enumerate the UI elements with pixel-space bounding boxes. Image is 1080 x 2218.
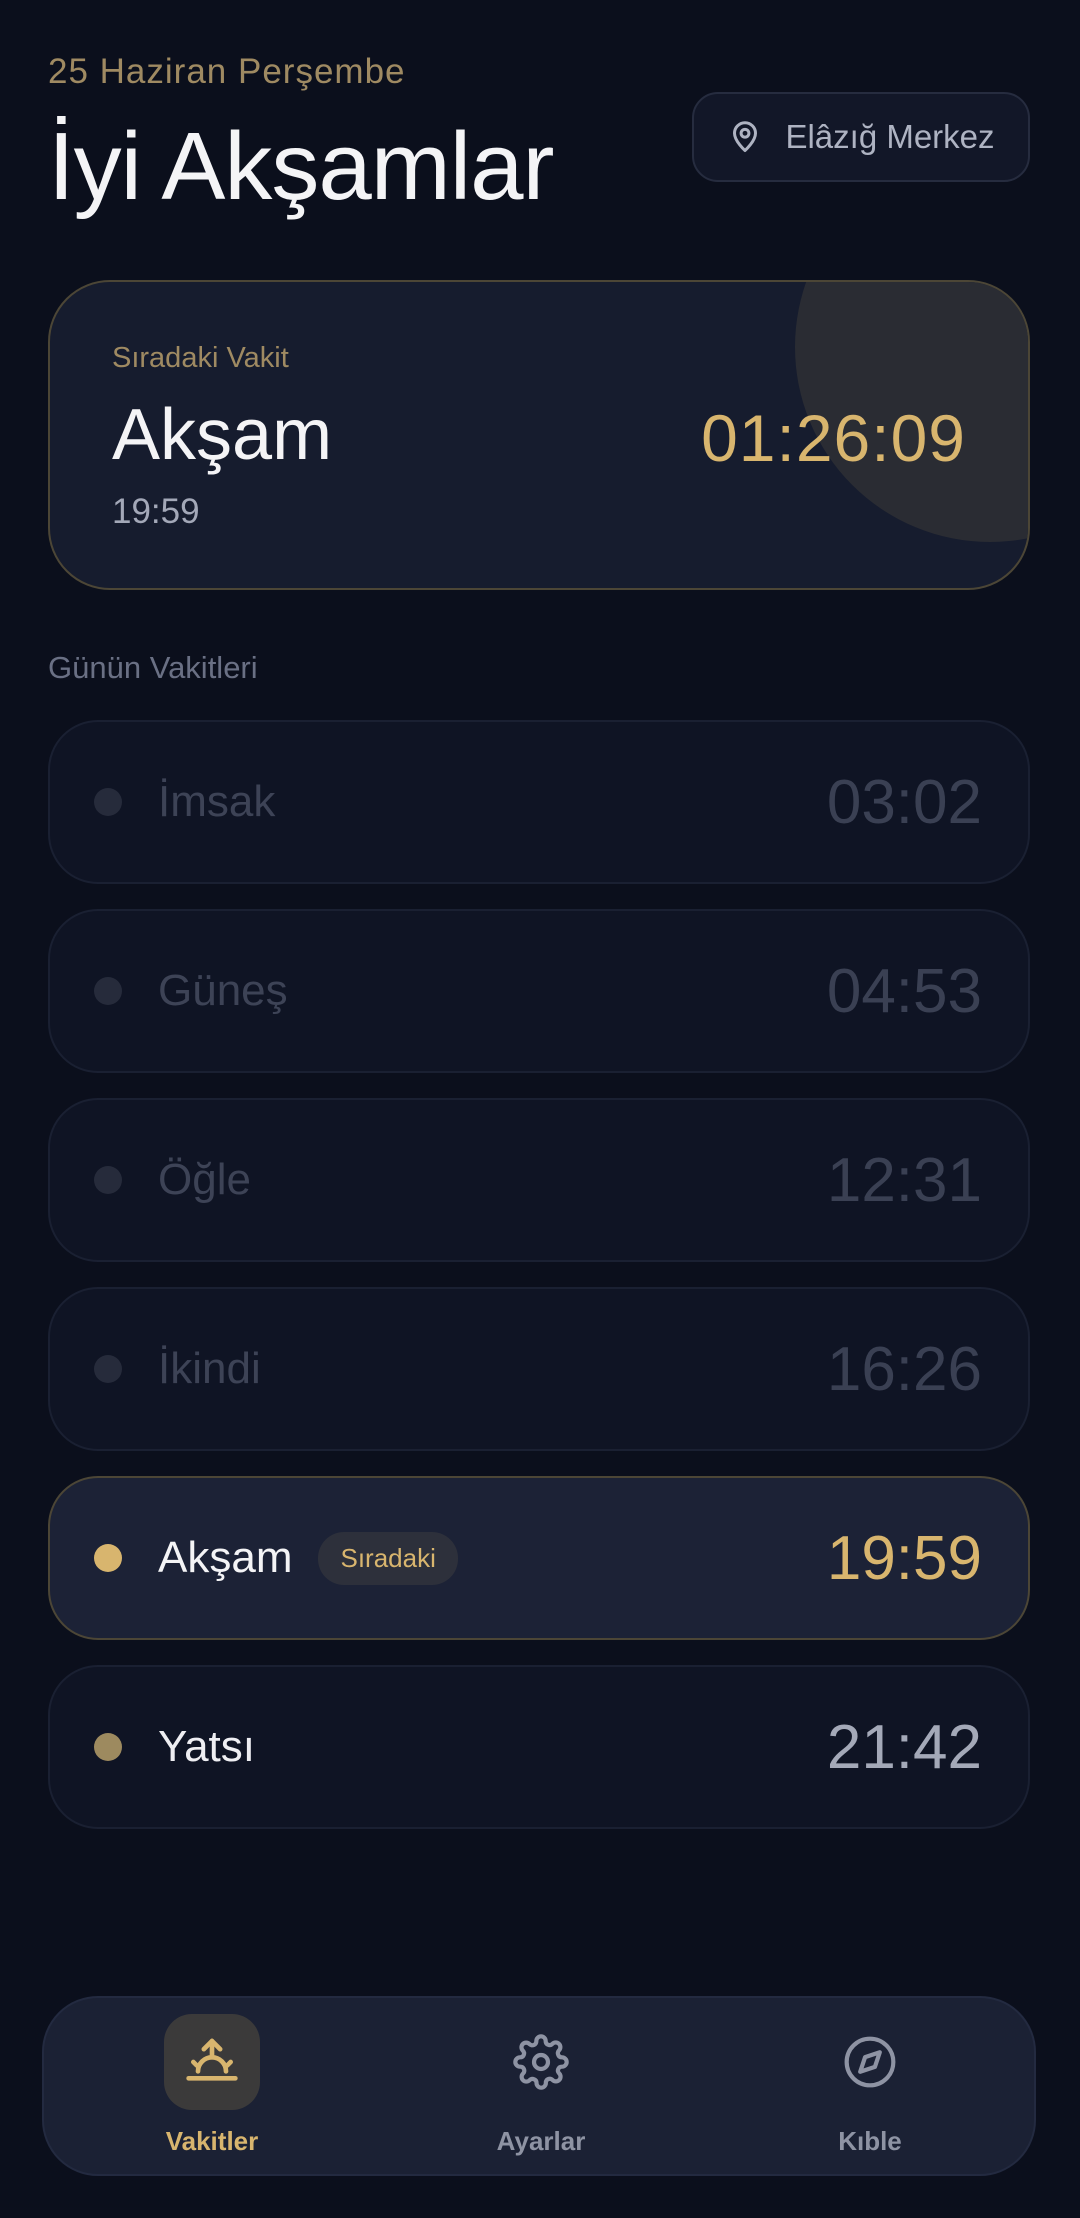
next-prayer-name: Akşam <box>112 395 333 475</box>
nav-tab-vakitler[interactable]: Vakitler <box>92 1998 332 2178</box>
next-prayer-card[interactable]: Sıradaki Vakit Akşam 19:59 01:26:09 <box>48 280 1030 590</box>
prayer-row-ikindi[interactable]: İkindi 16:26 <box>48 1287 1030 1451</box>
next-badge: Sıradaki <box>318 1531 458 1585</box>
status-dot <box>94 1166 122 1194</box>
prayer-name: İkindi <box>158 1344 261 1393</box>
prayer-row-yatsi[interactable]: Yatsı 21:42 <box>48 1665 1030 1829</box>
nav-tab-kible[interactable]: Kıble <box>750 1998 990 2178</box>
prayer-times-screen: 25 Haziran Perşembe İyi Akşamlar Elâzığ … <box>0 0 1080 2218</box>
prayer-time: 12:31 <box>826 1145 982 1215</box>
section-title: Günün Vakitleri <box>48 650 258 685</box>
prayer-name: Güneş <box>158 966 288 1015</box>
nav-label: Kıble <box>838 2126 902 2156</box>
bottom-nav: Vakitler Ayarlar Kıble <box>42 1996 1036 2176</box>
prayer-row-ogle[interactable]: Öğle 12:31 <box>48 1098 1030 1262</box>
nav-label: Ayarlar <box>496 2126 586 2156</box>
greeting-title: İyi Akşamlar <box>48 113 554 220</box>
compass-icon <box>844 2036 896 2088</box>
date-label: 25 Haziran Perşembe <box>48 52 406 91</box>
prayer-row-aksam[interactable]: Akşam Sıradaki 19:59 <box>48 1476 1030 1640</box>
next-prayer-time: 19:59 <box>112 492 200 531</box>
location-label: Elâzığ Merkez <box>785 118 995 155</box>
countdown-timer: 01:26:09 <box>701 401 966 475</box>
status-dot <box>94 788 122 816</box>
prayer-time: 03:02 <box>826 767 982 837</box>
status-dot <box>94 1544 122 1572</box>
prayer-name: Öğle <box>158 1155 251 1204</box>
prayer-time: 04:53 <box>826 956 982 1026</box>
prayer-row-imsak[interactable]: İmsak 03:02 <box>48 720 1030 884</box>
location-button[interactable]: Elâzığ Merkez <box>692 92 1030 182</box>
prayer-time: 16:26 <box>826 1334 982 1404</box>
status-dot <box>94 1733 122 1761</box>
map-pin-icon <box>733 121 758 152</box>
nav-label: Vakitler <box>165 2126 259 2156</box>
prayer-time: 21:42 <box>826 1712 982 1782</box>
prayer-name: İmsak <box>158 777 276 826</box>
next-prayer-label: Sıradaki Vakit <box>112 342 289 374</box>
prayer-row-gunes[interactable]: Güneş 04:53 <box>48 909 1030 1073</box>
gear-icon <box>513 2034 569 2090</box>
prayer-time: 19:59 <box>826 1523 982 1593</box>
nav-tab-ayarlar[interactable]: Ayarlar <box>421 1998 661 2178</box>
prayer-name: Yatsı <box>158 1722 256 1771</box>
prayer-name: Akşam <box>158 1533 293 1582</box>
status-dot <box>94 1355 122 1383</box>
status-dot <box>94 977 122 1005</box>
sunrise-icon <box>186 2038 238 2081</box>
